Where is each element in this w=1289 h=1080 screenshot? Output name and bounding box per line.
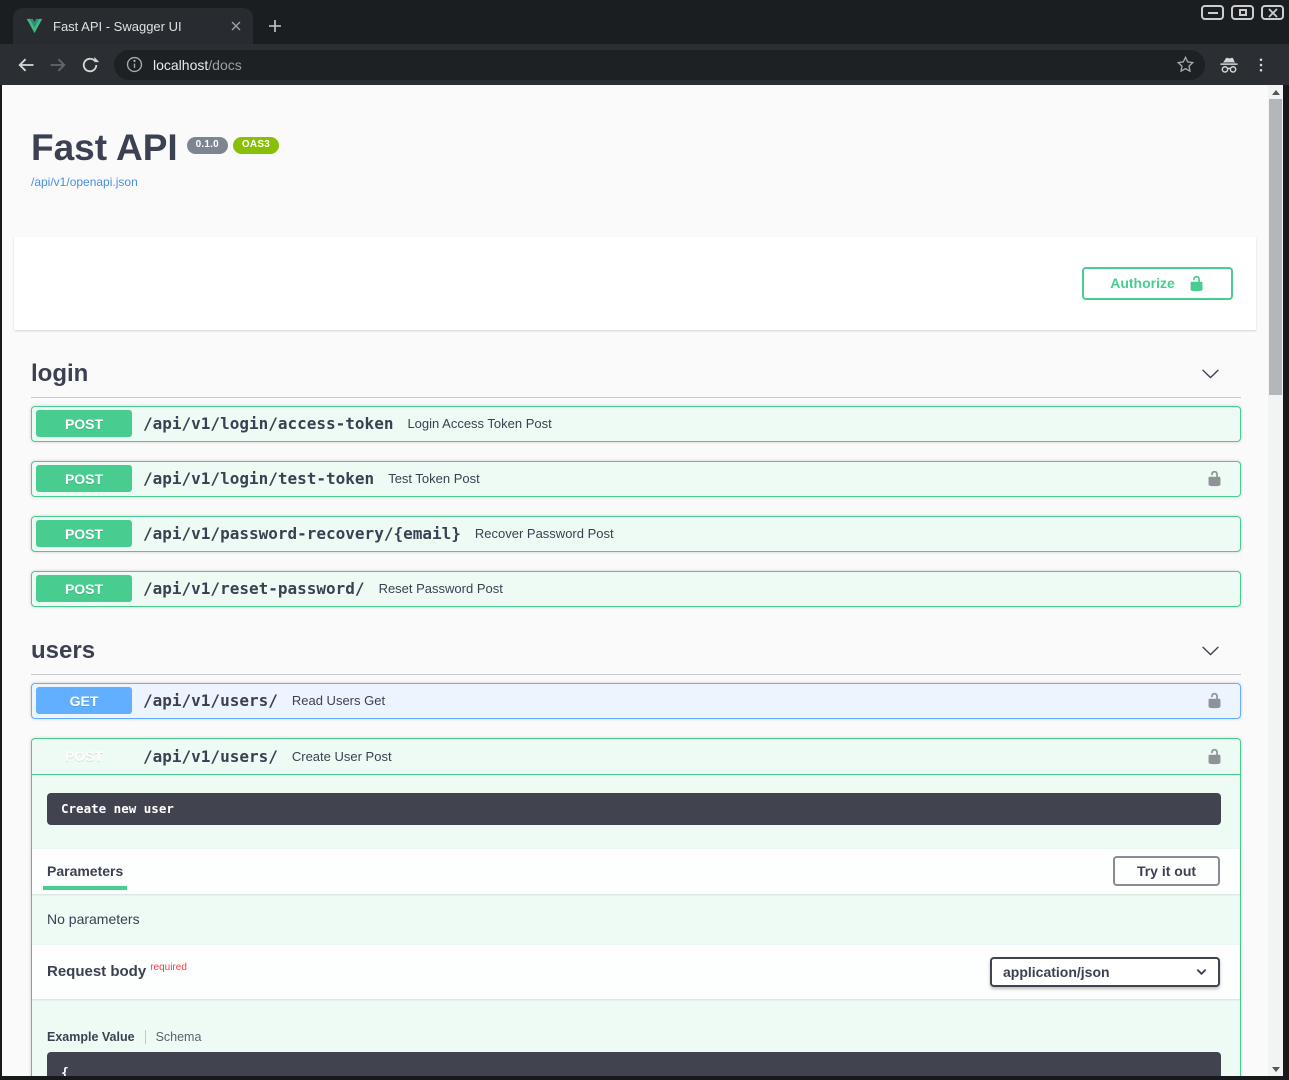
close-icon xyxy=(1268,8,1278,18)
minimize-button[interactable] xyxy=(1201,5,1224,20)
endpoint-reset-password[interactable]: POST /api/v1/reset-password/ Reset Passw… xyxy=(31,571,1241,607)
endpoint-summary: Recover Password Post xyxy=(475,526,1206,541)
browser-toolbar: localhost/docs xyxy=(0,44,1289,85)
forward-button[interactable] xyxy=(42,49,74,81)
example-tabs: Example Value Schema xyxy=(47,1030,1221,1044)
example-code-block: { xyxy=(47,1052,1221,1076)
lock-icon[interactable] xyxy=(1206,692,1223,709)
page-viewport: Fast API0.1.0OAS3 /api/v1/openapi.json A… xyxy=(2,85,1283,1076)
required-label: required xyxy=(150,962,187,973)
openapi-spec-link[interactable]: /api/v1/openapi.json xyxy=(31,175,138,189)
incognito-icon xyxy=(1218,54,1240,76)
maximize-button[interactable] xyxy=(1231,5,1254,20)
browser-window: Fast API - Swagger UI xyxy=(0,0,1289,1080)
endpoint-create-user-summary[interactable]: POST /api/v1/users/ Create User Post xyxy=(32,739,1240,775)
new-tab-button[interactable] xyxy=(262,13,288,39)
close-button[interactable] xyxy=(1261,5,1284,20)
request-body-label: Request body xyxy=(47,963,146,980)
lock-icon[interactable] xyxy=(1206,470,1223,487)
endpoint-summary: Create User Post xyxy=(292,749,1206,764)
endpoint-read-users[interactable]: GET /api/v1/users/ Read Users Get xyxy=(31,683,1241,719)
parameters-header: Parameters Try it out xyxy=(32,849,1240,894)
method-badge: POST xyxy=(36,410,132,437)
reload-icon xyxy=(80,55,100,75)
tab-example-value[interactable]: Example Value xyxy=(47,1030,135,1044)
endpoint-create-user-expanded: POST /api/v1/users/ Create User Post Cre… xyxy=(31,738,1241,1076)
endpoint-summary: Read Users Get xyxy=(292,693,1206,708)
section-title: users xyxy=(31,637,95,665)
endpoint-login-test-token[interactable]: POST /api/v1/login/test-token Test Token… xyxy=(31,461,1241,497)
chevron-down-icon[interactable] xyxy=(1201,364,1220,383)
back-icon xyxy=(16,55,36,75)
bookmark-star-button[interactable] xyxy=(1176,55,1195,74)
authorize-button[interactable]: Authorize xyxy=(1082,267,1233,300)
operation-description: Create new user xyxy=(47,793,1221,825)
api-info: Fast API0.1.0OAS3 /api/v1/openapi.json xyxy=(31,85,1241,191)
url-text: localhost/docs xyxy=(153,57,242,73)
no-parameters-text: No parameters xyxy=(32,894,1240,945)
scheme-container: Authorize xyxy=(14,237,1256,330)
site-info-icon[interactable] xyxy=(126,56,143,73)
chevron-down-icon xyxy=(1195,965,1208,978)
kebab-menu-icon xyxy=(1252,56,1270,74)
page-scrollbar[interactable] xyxy=(1268,85,1283,1076)
endpoint-summary: Test Token Post xyxy=(388,471,1206,486)
tab-parameters[interactable]: Parameters xyxy=(47,863,123,879)
lock-icon[interactable] xyxy=(1206,748,1223,765)
endpoint-login-access-token[interactable]: POST /api/v1/login/access-token Login Ac… xyxy=(31,406,1241,442)
request-body-header: Request body required application/json xyxy=(32,945,1240,999)
endpoint-path: /api/v1/users/ xyxy=(143,691,278,710)
endpoint-password-recovery[interactable]: POST /api/v1/password-recovery/{email} R… xyxy=(31,516,1241,552)
minimize-icon xyxy=(1208,12,1218,14)
star-icon xyxy=(1176,55,1195,74)
content-type-select[interactable]: application/json xyxy=(990,957,1220,987)
scrollbar-thumb[interactable] xyxy=(1269,99,1282,395)
section-title: login xyxy=(31,360,88,388)
scrollbar-up-arrow[interactable] xyxy=(1268,85,1283,99)
chevron-down-icon[interactable] xyxy=(1201,641,1220,660)
incognito-indicator xyxy=(1213,49,1245,81)
forward-icon xyxy=(48,55,68,75)
section-login: login POST /api/v1/login/access-token Lo… xyxy=(31,360,1241,607)
version-badge: 0.1.0 xyxy=(187,137,228,154)
page-title: Fast API0.1.0OAS3 xyxy=(31,129,1241,168)
request-body-label-group: Request body required xyxy=(47,963,187,981)
endpoint-path: /api/v1/login/access-token xyxy=(143,414,393,433)
try-it-out-button[interactable]: Try it out xyxy=(1113,856,1220,886)
endpoint-summary: Login Access Token Post xyxy=(407,416,1206,431)
section-users: users GET /api/v1/users/ Read Users Get xyxy=(31,637,1241,1076)
tab-schema[interactable]: Schema xyxy=(156,1030,202,1044)
endpoint-path: /api/v1/users/ xyxy=(143,747,278,766)
unlock-icon xyxy=(1188,275,1205,292)
browser-menu-button[interactable] xyxy=(1245,49,1277,81)
section-login-header[interactable]: login xyxy=(31,360,1241,398)
method-badge: POST xyxy=(36,575,132,602)
tab-close-icon[interactable] xyxy=(227,17,245,35)
swagger-favicon-icon xyxy=(26,18,43,34)
tab-divider xyxy=(145,1030,146,1044)
endpoint-path: /api/v1/password-recovery/{email} xyxy=(143,524,461,543)
model-example: Example Value Schema { xyxy=(32,999,1240,1076)
address-bar[interactable]: localhost/docs xyxy=(114,50,1205,80)
oas3-badge: OAS3 xyxy=(233,137,279,154)
maximize-icon xyxy=(1239,9,1247,16)
browser-titlebar: Fast API - Swagger UI xyxy=(0,0,1289,44)
url-host: localhost xyxy=(153,57,208,73)
method-badge: POST xyxy=(36,520,132,547)
reload-button[interactable] xyxy=(74,49,106,81)
window-controls xyxy=(1201,5,1284,20)
url-path: /docs xyxy=(208,57,241,73)
section-users-header[interactable]: users xyxy=(31,637,1241,675)
method-badge: POST xyxy=(36,743,132,770)
method-badge: POST xyxy=(36,465,132,492)
tab-title: Fast API - Swagger UI xyxy=(53,19,227,34)
endpoint-path: /api/v1/reset-password/ xyxy=(143,579,365,598)
endpoint-summary: Reset Password Post xyxy=(379,581,1206,596)
scrollbar-down-arrow[interactable] xyxy=(1268,1062,1283,1076)
endpoint-path: /api/v1/login/test-token xyxy=(143,469,374,488)
swagger-page: Fast API0.1.0OAS3 /api/v1/openapi.json A… xyxy=(2,85,1268,1076)
browser-tab[interactable]: Fast API - Swagger UI xyxy=(13,8,253,44)
method-badge: GET xyxy=(36,687,132,714)
back-button[interactable] xyxy=(10,49,42,81)
